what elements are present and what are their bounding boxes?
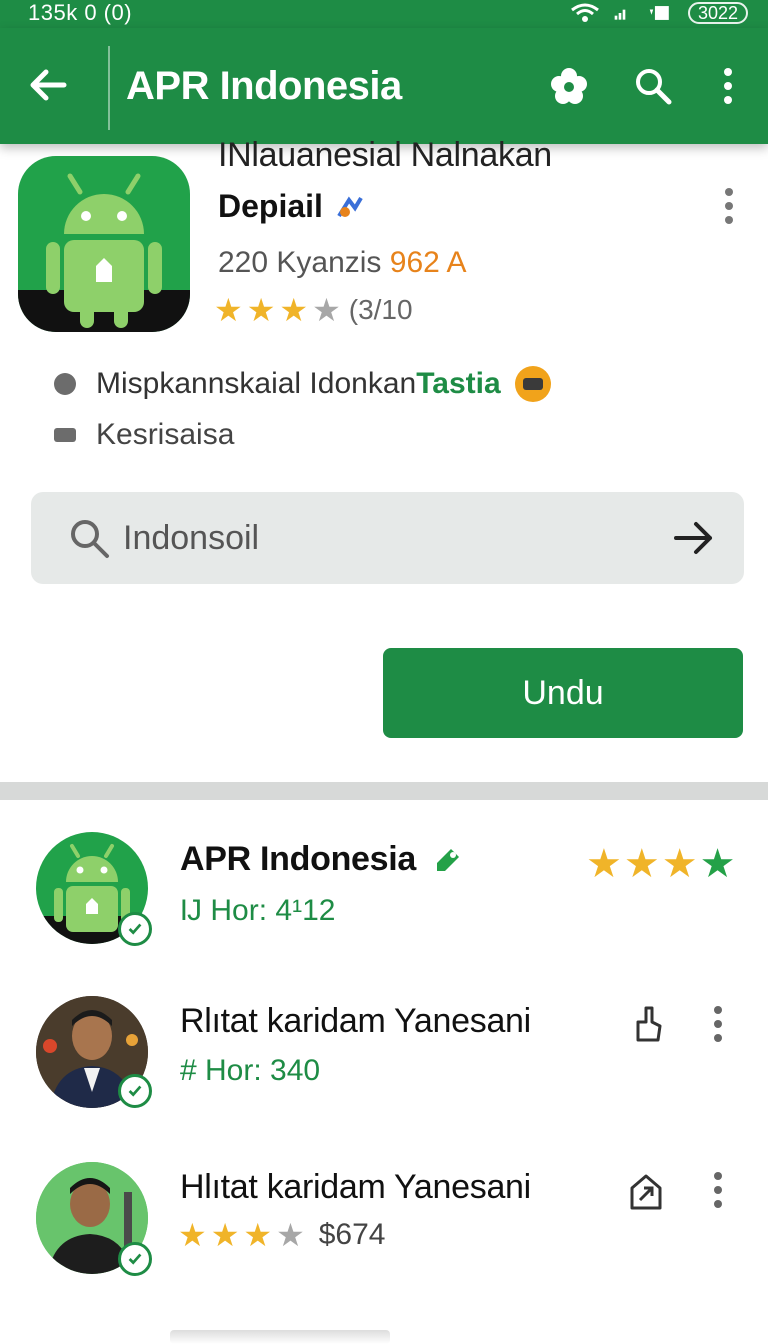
star-icon: ★: [214, 292, 243, 328]
star-icon: ★: [279, 292, 309, 328]
item-rating: ★ ★ ★ ★: [586, 844, 735, 884]
rating-text: (3/10: [348, 294, 413, 325]
more-options-icon[interactable]: [706, 1170, 730, 1210]
search-input[interactable]: [123, 510, 663, 566]
app-name: Depiail: [218, 188, 323, 224]
verified-check-icon: [118, 912, 152, 946]
share-box-icon[interactable]: [626, 1172, 666, 1212]
arrow-right-icon[interactable]: [672, 516, 716, 560]
star-icon: ★: [276, 1217, 305, 1253]
price-text: $674: [318, 1218, 386, 1251]
list-item[interactable]: Hlıtat karidam Yanesani ★ ★ ★ ★ $674: [0, 1162, 768, 1292]
star-icon: ★: [178, 1217, 207, 1253]
star-icon: ★: [246, 292, 276, 328]
more-options-icon[interactable]: [706, 1004, 730, 1044]
star-icon: ★: [210, 1217, 240, 1253]
app-full-title: INlauanesial Nalnakan: [218, 136, 552, 174]
edit-tag-icon: [437, 849, 460, 871]
download-button[interactable]: Undu: [383, 648, 743, 738]
list-item[interactable]: APR Indonesia Ĳ Hor: 4¹12 ★ ★ ★ ★: [0, 832, 768, 962]
info-row1-text: Mispkannskaial Idonkan: [96, 367, 417, 400]
wifi-icon: [571, 3, 599, 22]
app-bar-title: APR Indonesia: [126, 64, 402, 108]
status-left-text: 135k 0 (0): [28, 0, 133, 25]
app-meta-prefix: 220 Kyanzis: [218, 246, 382, 279]
android-robot-icon: [46, 173, 162, 328]
category-icon: [54, 428, 76, 442]
app-bar-divider: [108, 46, 110, 130]
share-icon[interactable]: [626, 1004, 666, 1044]
star-icon: ★: [312, 292, 341, 328]
back-arrow-icon[interactable]: [26, 64, 68, 106]
app-rating: ★ ★ ★ ★ (3/10: [214, 294, 413, 326]
vr-badge-icon: [514, 366, 551, 402]
search-bar[interactable]: [31, 492, 744, 584]
app-bar: APR Indonesia: [0, 28, 768, 144]
star-icon: ★: [243, 1217, 273, 1253]
verified-check-icon: [118, 1242, 152, 1276]
item-subtitle: Ĳ Hor: 4¹12: [180, 894, 336, 927]
app-name-line: Depiail: [218, 188, 367, 225]
item-subtitle: # Hor: 340: [180, 1054, 321, 1087]
search-icon[interactable]: [633, 66, 673, 106]
overflow-menu-icon[interactable]: [708, 66, 748, 106]
status-bar: 135k 0 (0) 3022: [0, 0, 768, 28]
info-row-location: Mispkannskaial Idonkan Tastia: [54, 366, 551, 402]
battery-indicator: 3022: [687, 2, 748, 24]
item-title: APR Indonesia: [180, 840, 463, 879]
next-item-peek: [170, 1330, 390, 1344]
more-options-icon[interactable]: [716, 186, 742, 226]
location-dot-icon: [54, 373, 76, 395]
star-icon: ★: [586, 842, 622, 886]
status-icons: 3022: [570, 2, 748, 24]
item-title-text: APR Indonesia: [180, 840, 417, 878]
search-icon: [71, 520, 109, 558]
star-icon: ★: [661, 842, 698, 886]
star-icon: ★: [623, 842, 660, 886]
app-meta: 220 Kyanzis 962 A: [218, 246, 467, 280]
item-title: Rlıtat karidam Yanesani: [180, 1002, 531, 1040]
app-meta-accent: 962 A: [389, 246, 467, 279]
list-item[interactable]: Rlıtat karidam Yanesani # Hor: 340: [0, 996, 768, 1126]
signal-icon: [614, 9, 626, 20]
star-icon: ★: [699, 842, 736, 886]
item-title: Hlıtat karidam Yanesani: [180, 1168, 531, 1206]
sparkle-badge-icon: [337, 195, 363, 217]
info-row-category: Kesrisaisa: [54, 418, 234, 452]
charging-icon: [649, 6, 669, 20]
settings-flower-icon[interactable]: [549, 66, 589, 106]
item-rating-price: ★ ★ ★ ★ $674: [178, 1218, 386, 1252]
app-icon: [18, 156, 190, 332]
info-row1-highlight[interactable]: Tastia: [416, 367, 500, 401]
section-divider: [0, 782, 768, 800]
info-row2-text: Kesrisaisa: [96, 418, 235, 451]
verified-check-icon: [118, 1074, 152, 1108]
